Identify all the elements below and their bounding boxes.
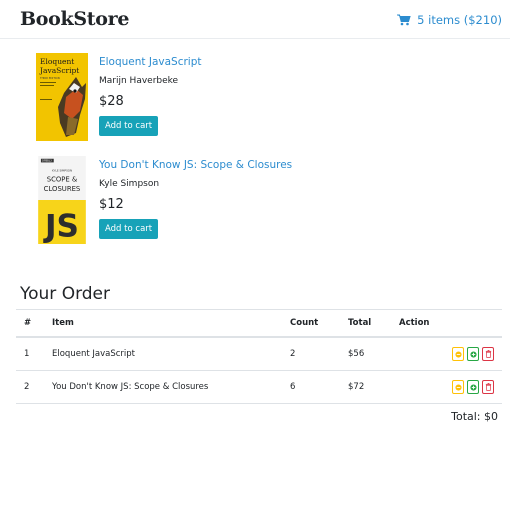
cover-js-logo: JS (43, 209, 79, 244)
order-heading: Your Order (20, 284, 111, 304)
row-total: $56 (340, 337, 391, 371)
minus-circle-icon (454, 383, 462, 391)
book-cover-ydkjs[interactable]: O'REILLY KYLE SIMPSON SCOPE & CLOSURES J… (36, 156, 88, 244)
minus-circle-icon (454, 350, 462, 358)
book-price: $12 (99, 197, 124, 212)
column-header-item: Item (44, 309, 282, 338)
cart-link[interactable]: 5 items ($210) (397, 13, 502, 27)
row-count: 6 (282, 370, 340, 404)
trash-icon (485, 383, 491, 391)
cover-author-line: KYLE SIMPSON (52, 169, 72, 173)
remove-button[interactable] (482, 380, 494, 394)
order-total: Total: $0 (451, 410, 498, 423)
increase-button[interactable] (467, 380, 479, 394)
row-number: 2 (16, 370, 44, 404)
decrease-button[interactable] (452, 347, 464, 361)
cart-summary: 5 items ($210) (417, 13, 502, 27)
book-title-link[interactable]: You Don't Know JS: Scope & Closures (99, 159, 399, 171)
row-total: $72 (340, 370, 391, 404)
column-header-total: Total (340, 309, 391, 338)
remove-button[interactable] (482, 347, 494, 361)
book-cover-eloquent-javascript[interactable]: Eloquent JavaScript THIRD EDITION (36, 53, 88, 141)
book-author: Kyle Simpson (99, 179, 160, 189)
book-price: $28 (99, 94, 124, 109)
add-to-cart-button[interactable]: Add to cart (99, 219, 159, 239)
cover-title-line2: JavaScript (39, 66, 79, 75)
row-count: 2 (282, 337, 340, 371)
increase-button[interactable] (467, 347, 479, 361)
cover-title-line1: Eloquent (40, 57, 74, 66)
row-actions (391, 370, 502, 404)
add-to-cart-button[interactable]: Add to cart (99, 116, 159, 136)
plus-circle-icon (469, 350, 477, 358)
cover-publisher: O'REILLY (42, 160, 53, 163)
plus-circle-icon (469, 383, 477, 391)
brand-logo[interactable]: BookStore (20, 8, 129, 30)
trash-icon (485, 350, 491, 358)
column-header-action: Action (391, 309, 502, 338)
book-author: Marijn Haverbeke (99, 76, 179, 86)
navbar: BookStore 5 items ($210) (0, 0, 510, 39)
cart-icon (397, 14, 411, 26)
column-header-number: # (16, 309, 44, 338)
table-row: 2 You Don't Know JS: Scope & Closures 6 … (16, 370, 502, 404)
order-table: # Item Count Total Action 1 Eloquent Jav… (16, 309, 502, 404)
book-title-link[interactable]: Eloquent JavaScript (99, 56, 399, 68)
row-actions (391, 337, 502, 371)
row-item: Eloquent JavaScript (44, 337, 282, 371)
row-number: 1 (16, 337, 44, 371)
table-row: 1 Eloquent JavaScript 2 $56 (16, 337, 502, 371)
cover-title-line2: CLOSURES (44, 185, 81, 193)
cover-edition: THIRD EDITION (40, 76, 60, 80)
cover-title-line1: SCOPE & (47, 176, 78, 184)
row-item: You Don't Know JS: Scope & Closures (44, 370, 282, 404)
table-header-row: # Item Count Total Action (16, 309, 502, 338)
decrease-button[interactable] (452, 380, 464, 394)
column-header-count: Count (282, 309, 340, 338)
